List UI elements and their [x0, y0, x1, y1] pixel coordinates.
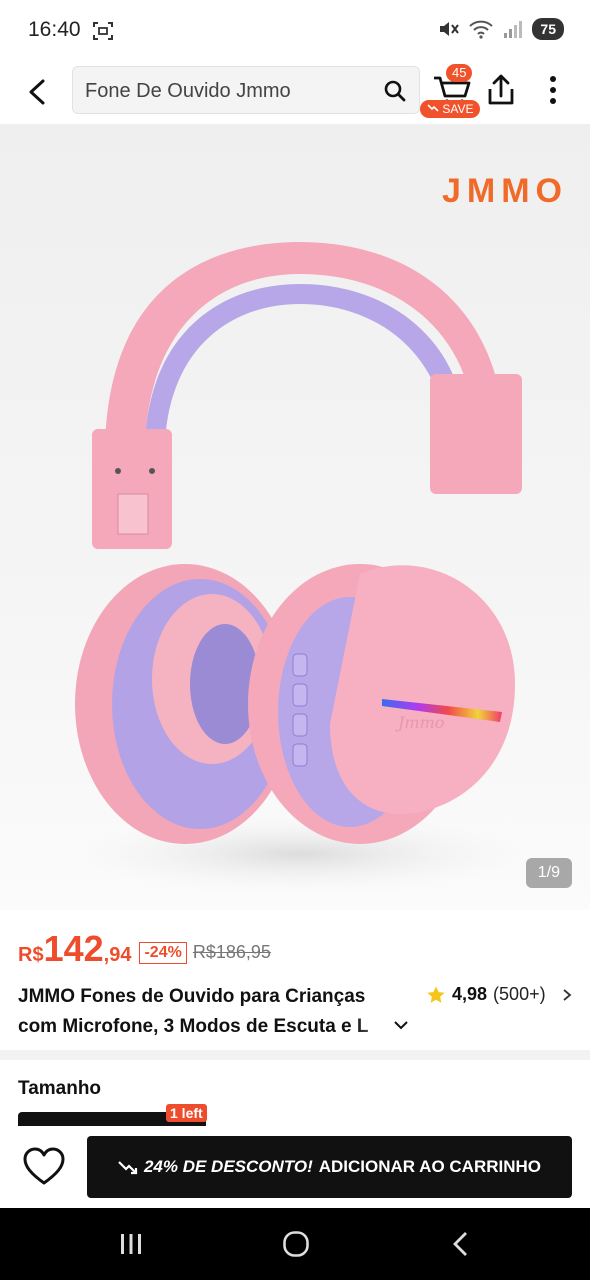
header: Fone De Ouvido Jmmo 45 SAVE — [0, 62, 590, 124]
price-section: R$ 142 ,94 -24% R$186,95 JMMO Fones de O… — [0, 910, 590, 1050]
section-divider — [0, 1050, 590, 1060]
recents-icon[interactable] — [118, 1232, 144, 1256]
trend-down-icon — [118, 1161, 138, 1175]
save-badge[interactable]: SAVE — [420, 100, 481, 118]
search-input[interactable]: Fone De Ouvido Jmmo — [72, 66, 420, 114]
status-icons: 75 — [438, 18, 564, 40]
save-label: SAVE — [442, 102, 474, 116]
product-title-line2-wrap: com Microfone, 3 Modos de Escuta e L — [18, 1012, 414, 1042]
cart-count-badge: 45 — [446, 64, 473, 82]
search-input-value: Fone De Ouvido Jmmo — [85, 80, 291, 102]
rating[interactable]: 4,98 (500+) — [426, 984, 574, 1005]
status-time: 16:40 — [28, 18, 81, 41]
wifi-icon — [469, 20, 494, 39]
signal-icon — [504, 21, 523, 38]
share-icon[interactable] — [484, 72, 518, 108]
size-label: Tamanho — [18, 1078, 102, 1099]
heart-icon[interactable] — [22, 1146, 66, 1188]
search-icon[interactable] — [383, 79, 407, 103]
chevron-down-icon[interactable] — [392, 1016, 410, 1034]
navigation-bar — [0, 1208, 590, 1280]
discount-tag: -24% — [139, 942, 187, 964]
add-to-cart-label: ADICIONAR AO CARRINHO — [318, 1157, 542, 1176]
stock-left-badge: 1 left — [166, 1104, 207, 1122]
trend-down-icon — [427, 104, 439, 112]
chevron-right-icon — [563, 988, 571, 1001]
price-decimal: ,94 — [103, 944, 132, 966]
screenshot-icon — [93, 22, 113, 40]
star-icon — [427, 986, 445, 1003]
add-to-cart-button[interactable]: 24% DE DESCONTO! ADICIONAR AO CARRINHO — [87, 1136, 572, 1198]
image-counter: 1/9 — [525, 858, 572, 888]
product-title-line2: com Microfone, 3 Modos de Escuta e L — [18, 1016, 369, 1037]
rating-value: 4,98 — [452, 984, 488, 1004]
more-vertical-icon[interactable] — [538, 72, 568, 108]
rating-count: (500+) — [493, 984, 546, 1004]
size-section: Tamanho 1 left — [0, 1060, 590, 1136]
product-title[interactable]: JMMO Fones de Ouvido para Crianças com M… — [18, 982, 414, 1042]
headphone-brand-text: Jmmo — [395, 713, 444, 732]
product-image-carousel[interactable]: JMMO Jmmo 1/9 — [0, 124, 590, 910]
headphones-image: Jmmo — [60, 242, 540, 894]
action-bar: 24% DE DESCONTO! ADICIONAR AO CARRINHO — [0, 1126, 590, 1208]
status-bar: 16:40 75 — [0, 0, 590, 62]
back-arrow-icon[interactable] — [20, 74, 56, 110]
product-title-line1: JMMO Fones de Ouvido para Crianças — [18, 986, 366, 1007]
price-currency: R$ — [18, 944, 44, 966]
discount-label: 24% DE DESCONTO! — [143, 1157, 313, 1176]
mute-icon — [440, 22, 460, 36]
battery-icon: 75 — [532, 18, 564, 40]
price-integer: 142 — [43, 928, 104, 969]
price-row: R$ 142 ,94 -24% R$186,95 — [18, 928, 271, 970]
back-nav-icon[interactable] — [450, 1230, 472, 1258]
old-price: R$186,95 — [192, 942, 271, 962]
home-icon[interactable] — [282, 1230, 310, 1258]
